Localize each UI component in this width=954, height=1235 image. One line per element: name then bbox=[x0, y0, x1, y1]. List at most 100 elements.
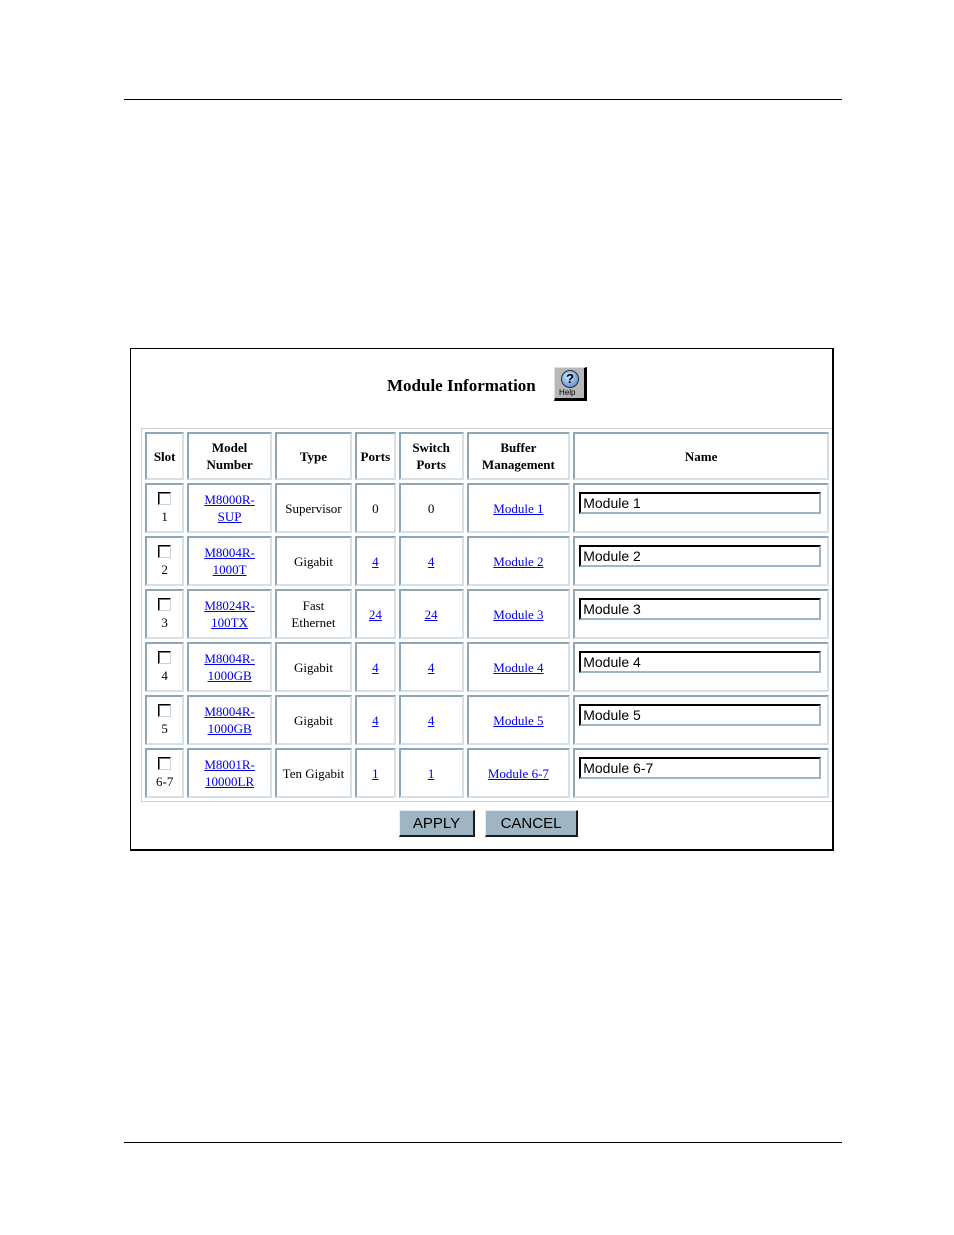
buffer-management-cell: Module 4 bbox=[466, 642, 571, 692]
col-header-switch-ports: Switch Ports bbox=[398, 432, 464, 480]
table-row: 1 M8000R- SUP Supervisor 0 0 Module 1 bbox=[145, 483, 829, 533]
model-number-cell: M8004R- 1000T bbox=[187, 536, 272, 586]
header-rule bbox=[124, 99, 842, 100]
switch-ports-link[interactable]: 1 bbox=[428, 766, 435, 781]
slot-number: 2 bbox=[161, 561, 168, 577]
module-name-input[interactable] bbox=[579, 704, 822, 726]
cancel-button[interactable]: CANCEL bbox=[485, 810, 578, 837]
buffer-management-link[interactable]: Module 4 bbox=[493, 660, 543, 675]
buffer-management-cell: Module 3 bbox=[466, 589, 571, 639]
model-number-link[interactable]: M8004R- 1000GB bbox=[204, 651, 255, 683]
slot-checkbox[interactable] bbox=[158, 544, 172, 558]
ports-link[interactable]: 4 bbox=[372, 713, 379, 728]
name-cell bbox=[573, 748, 829, 798]
module-information-panel: Module Information ? Help Slot Model Numb… bbox=[130, 348, 834, 851]
ports-link[interactable]: 1 bbox=[372, 766, 379, 781]
slot-cell: 6-7 bbox=[145, 748, 185, 798]
type-value: Gigabit bbox=[293, 553, 333, 569]
col-header-ports: Ports bbox=[355, 432, 396, 480]
switch-ports-cell: 4 bbox=[398, 695, 464, 745]
buffer-management-link[interactable]: Module 5 bbox=[493, 713, 543, 728]
help-icon-label: Help bbox=[559, 388, 576, 397]
slot-cell: 5 bbox=[145, 695, 185, 745]
module-name-input[interactable] bbox=[579, 492, 822, 514]
model-number-link[interactable]: M8024R- 100TX bbox=[204, 598, 255, 630]
model-number-cell: M8000R- SUP bbox=[187, 483, 272, 533]
ports-link[interactable]: 4 bbox=[372, 554, 379, 569]
slot-number: 1 bbox=[161, 508, 168, 524]
type-value: Supervisor bbox=[285, 500, 342, 516]
model-number-link[interactable]: M8004R- 1000GB bbox=[204, 704, 255, 736]
switch-ports-cell: 4 bbox=[398, 536, 464, 586]
switch-ports-link[interactable]: 4 bbox=[428, 554, 435, 569]
col-header-name: Name bbox=[573, 432, 829, 480]
slot-number: 4 bbox=[161, 667, 168, 683]
module-name-input[interactable] bbox=[579, 757, 822, 779]
type-cell: Supervisor bbox=[274, 483, 353, 533]
module-name-input[interactable] bbox=[579, 598, 822, 620]
type-value: Gigabit bbox=[293, 712, 333, 728]
slot-checkbox[interactable] bbox=[158, 703, 172, 717]
panel-header: Module Information ? Help bbox=[131, 366, 832, 406]
switch-ports-value: 0 bbox=[427, 500, 435, 516]
model-number-cell: M8004R- 1000GB bbox=[187, 642, 272, 692]
ports-link[interactable]: 24 bbox=[369, 607, 382, 622]
switch-ports-cell: 1 bbox=[398, 748, 464, 798]
ports-value: 0 bbox=[372, 500, 379, 516]
model-number-link[interactable]: M8001R- 10000LR bbox=[204, 757, 255, 789]
name-cell bbox=[573, 642, 829, 692]
switch-ports-link[interactable]: 4 bbox=[428, 713, 435, 728]
ports-cell: 0 bbox=[355, 483, 396, 533]
apply-button[interactable]: APPLY bbox=[399, 810, 475, 837]
module-name-input[interactable] bbox=[579, 651, 822, 673]
buffer-management-link[interactable]: Module 6-7 bbox=[488, 766, 549, 781]
switch-ports-link[interactable]: 4 bbox=[428, 660, 435, 675]
type-cell: Gigabit bbox=[274, 695, 353, 745]
table-row: 2 M8004R- 1000T Gigabit 4 4 Module 2 bbox=[145, 536, 829, 586]
slot-checkbox[interactable] bbox=[158, 597, 172, 611]
table-row: 3 M8024R- 100TX Fast Ethernet 24 24 Module 3 bbox=[145, 589, 829, 639]
help-button[interactable]: ? Help bbox=[554, 367, 587, 401]
ports-cell: 24 bbox=[355, 589, 396, 639]
switch-ports-link[interactable]: 24 bbox=[425, 607, 438, 622]
buffer-management-cell: Module 5 bbox=[466, 695, 571, 745]
panel-title: Module Information bbox=[387, 376, 536, 395]
type-cell: Gigabit bbox=[274, 642, 353, 692]
switch-ports-cell: 4 bbox=[398, 642, 464, 692]
col-header-buffer-management: Buffer Management bbox=[466, 432, 571, 480]
model-number-link[interactable]: M8004R- 1000T bbox=[204, 545, 255, 577]
model-number-link[interactable]: M8000R- SUP bbox=[204, 492, 255, 524]
switch-ports-cell: 0 bbox=[398, 483, 464, 533]
slot-number: 5 bbox=[161, 720, 168, 736]
ports-cell: 4 bbox=[355, 536, 396, 586]
module-table: Slot Model Number Type Ports Switch Ports … bbox=[141, 428, 832, 802]
col-header-model-number: Model Number bbox=[187, 432, 272, 480]
ports-link[interactable]: 4 bbox=[372, 660, 379, 675]
buffer-management-link[interactable]: Module 1 bbox=[493, 501, 543, 516]
col-header-slot: Slot bbox=[145, 432, 185, 480]
help-icon: ? bbox=[561, 370, 579, 388]
model-number-cell: M8024R- 100TX bbox=[187, 589, 272, 639]
slot-checkbox[interactable] bbox=[158, 650, 172, 664]
model-number-cell: M8001R- 10000LR bbox=[187, 748, 272, 798]
type-value-line2: Ethernet bbox=[291, 615, 336, 630]
buffer-management-cell: Module 2 bbox=[466, 536, 571, 586]
slot-checkbox[interactable] bbox=[158, 491, 172, 505]
table-header-row: Slot Model Number Type Ports Switch Ports … bbox=[145, 432, 829, 480]
name-cell bbox=[573, 695, 829, 745]
name-cell bbox=[573, 589, 829, 639]
footer-rule bbox=[124, 1142, 842, 1143]
slot-checkbox[interactable] bbox=[158, 756, 172, 770]
type-value: Fast bbox=[302, 598, 325, 613]
type-value: Ten Gigabit bbox=[282, 765, 345, 781]
table-row: 6-7 M8001R- 10000LR Ten Gigabit 1 1 Module 6-7 bbox=[145, 748, 829, 798]
type-cell: Gigabit bbox=[274, 536, 353, 586]
ports-cell: 4 bbox=[355, 695, 396, 745]
type-cell: Fast Ethernet bbox=[274, 589, 353, 639]
table-row: 5 M8004R- 1000GB Gigabit 4 4 Module 5 bbox=[145, 695, 829, 745]
slot-cell: 3 bbox=[145, 589, 185, 639]
buffer-management-link[interactable]: Module 2 bbox=[493, 554, 543, 569]
switch-ports-cell: 24 bbox=[398, 589, 464, 639]
module-name-input[interactable] bbox=[579, 545, 822, 567]
buffer-management-link[interactable]: Module 3 bbox=[493, 607, 543, 622]
